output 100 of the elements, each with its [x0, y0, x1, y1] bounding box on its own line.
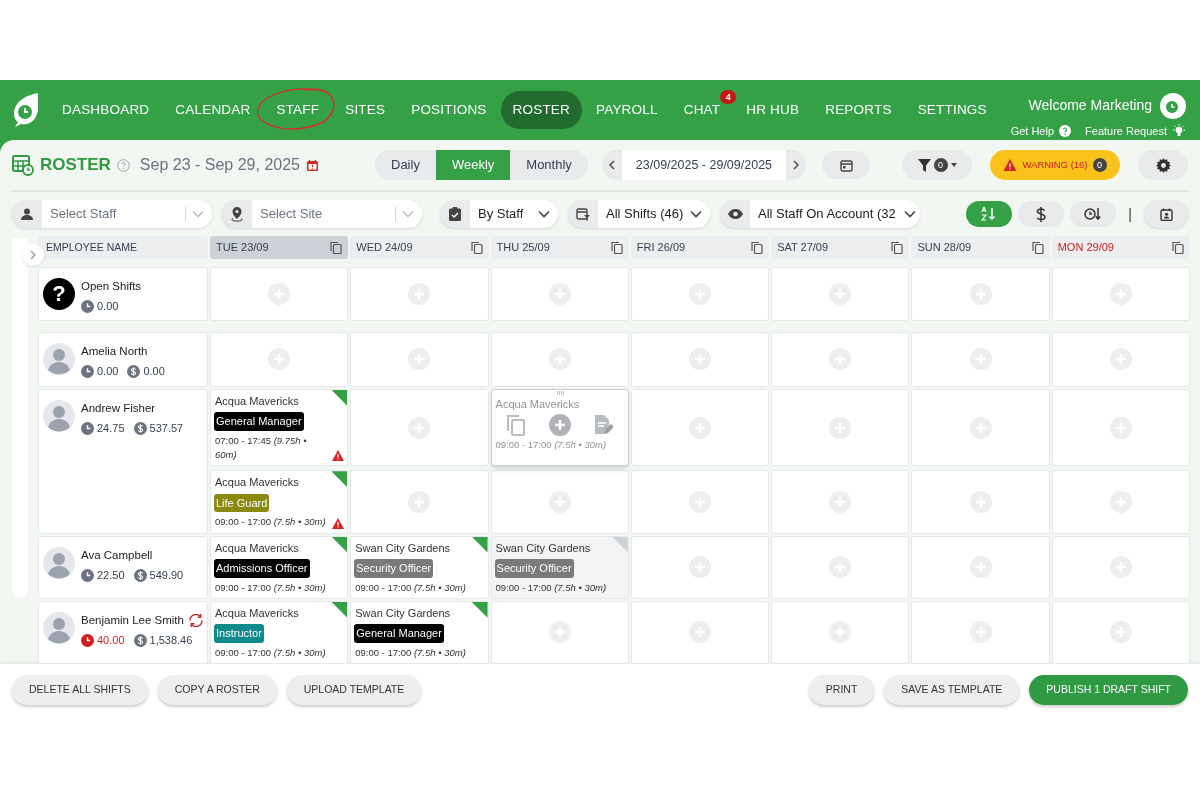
- chevron-down-icon: [904, 210, 916, 218]
- site-name: Swan City Gardens: [494, 540, 591, 556]
- date-range-title: Sep 23 - Sep 29, 2025: [139, 155, 300, 175]
- copy-icon[interactable]: [891, 240, 904, 254]
- day-header[interactable]: MON 29/09: [1051, 236, 1190, 259]
- employee-name: Andrew Fisher: [81, 400, 156, 416]
- hours-text: 40.00: [97, 633, 125, 648]
- day-header[interactable]: WED 24/09: [350, 236, 489, 259]
- shift-card[interactable]: Swan City Gardens Security Officer 09:00 - 17:00 (7.5h • 30m): [350, 535, 489, 599]
- footer-button[interactable]: PRINT: [808, 675, 875, 705]
- copy-icon[interactable]: [1172, 240, 1184, 254]
- drag-handle-icon[interactable]: [555, 390, 566, 395]
- caret-icon: [950, 163, 957, 167]
- warning-count: 0: [1092, 158, 1107, 172]
- view-tab[interactable]: Daily: [375, 150, 436, 180]
- copy-icon[interactable]: [751, 240, 764, 254]
- staff-input[interactable]: Select Staff: [50, 204, 179, 224]
- sort-alpha-icon: [981, 207, 998, 221]
- footer-button[interactable]: SAVE AS TEMPLATE: [884, 675, 1020, 705]
- footer-button[interactable]: COPY A ROSTER: [157, 675, 277, 705]
- clipboard-check-icon: [449, 207, 461, 221]
- avatar-icon: [43, 611, 75, 644]
- lightbulb-icon: [1172, 124, 1186, 138]
- nav-item[interactable]: ROSTER: [500, 91, 582, 129]
- settings-button[interactable]: [1138, 150, 1188, 180]
- shift-time: 09:00 - 17:00 (7.5h • 30m): [354, 645, 467, 660]
- group-by-select[interactable]: By Staff: [440, 200, 558, 228]
- hours-text: 0.00: [97, 364, 119, 379]
- shift-card[interactable]: Acqua Mavericks Admissions Officer 09:00 - 17:00 (7.5h • 30m): [210, 535, 349, 599]
- open-shift-avatar: ?: [43, 277, 75, 310]
- welcome-text: Welcome Marketing: [1028, 96, 1152, 116]
- dollar-icon: [127, 364, 141, 378]
- footer-button[interactable]: PUBLISH 1 DRAFT SHIFT: [1029, 675, 1188, 705]
- shift-card[interactable]: Swan City Gardens General Manager 09:00 - 17:00 (7.5h • 30m): [350, 600, 489, 664]
- employee-name: Open Shifts: [81, 278, 142, 294]
- chevron-down-icon: [402, 210, 414, 218]
- eye-icon: [727, 209, 743, 219]
- day-header[interactable]: TUE 23/09: [210, 236, 349, 259]
- chevron-right-icon: [29, 250, 37, 260]
- pay-text: 549.90: [149, 567, 184, 583]
- calendar-icon: [839, 158, 853, 172]
- filter-button[interactable]: 0: [902, 150, 972, 180]
- notification-badge: 4: [720, 90, 737, 104]
- sort-button[interactable]: [1018, 201, 1065, 227]
- footer-button[interactable]: DELETE ALL SHIFTS: [12, 675, 148, 705]
- role-label: General Manager: [214, 412, 304, 431]
- role-label: Instructor: [214, 624, 264, 643]
- employee-name: Ava Campbell: [81, 547, 153, 563]
- pay-text: 537.57: [149, 421, 184, 436]
- avatar-icon: [43, 342, 75, 375]
- site-name: Swan City Gardens: [354, 540, 451, 556]
- role-label: Security Officer: [494, 559, 574, 578]
- site-name: Acqua Mavericks: [214, 605, 299, 621]
- help-icon[interactable]: [116, 158, 130, 172]
- group-by-select-field[interactable]: By Staff: [470, 200, 558, 228]
- date-range-field[interactable]: 23/09/2025 - 29/09/2025: [621, 150, 787, 180]
- shifts-select-field[interactable]: All Shifts (46): [598, 200, 710, 228]
- site-name: Swan City Gardens: [354, 605, 451, 621]
- shift-time: 09:00 - 17:00 (7.5h • 30m): [354, 580, 467, 595]
- shift-time: 09:00 - 17:00 (7.5h • 30m): [494, 580, 608, 595]
- role-label: Admissions Officer: [214, 559, 310, 578]
- person-icon: [21, 208, 33, 220]
- calendar-button[interactable]: [822, 151, 871, 179]
- avatar-icon: [43, 546, 75, 579]
- shifts-select[interactable]: All Shifts (46): [568, 200, 710, 228]
- hours-text: 0.00: [97, 299, 119, 314]
- column-header: EMPLOYEE NAME: [38, 236, 208, 259]
- site-input[interactable]: Select Site: [260, 204, 389, 224]
- edit-note-icon[interactable]: [593, 414, 614, 437]
- add-icon[interactable]: [548, 414, 571, 437]
- role-label: General Manager: [354, 624, 444, 643]
- user-logo-icon[interactable]: [1160, 92, 1186, 119]
- warning-button[interactable]: WARNING (16) 0: [990, 150, 1120, 180]
- day-header[interactable]: THU 25/09: [490, 236, 629, 259]
- day-header[interactable]: SUN 28/09: [911, 236, 1050, 259]
- calendar-staff-button[interactable]: [1144, 200, 1188, 228]
- copy-icon[interactable]: [1031, 240, 1044, 254]
- copy-icon[interactable]: [330, 240, 343, 254]
- shift-card[interactable]: Acqua Mavericks Instructor 09:00 - 17:00 (7.5h • 30m): [210, 600, 349, 664]
- site-name: Acqua Mavericks: [494, 396, 580, 412]
- shift-card[interactable]: Swan City Gardens Security Officer 09:00 - 17:00 (7.5h • 30m): [490, 535, 629, 599]
- day-header[interactable]: FRI 26/09: [630, 236, 770, 259]
- shift-card[interactable]: Acqua Mavericks General Manager 07:00 - 17:45 (9.75h • 60m): [210, 388, 349, 467]
- shift-time: 07:00 - 17:45 (9.75h • 60m): [214, 433, 308, 462]
- sort-button[interactable]: [1070, 201, 1117, 227]
- calendar-alert-icon[interactable]: [305, 158, 319, 172]
- footer-button[interactable]: UPLOAD TEMPLATE: [286, 675, 422, 705]
- shift-time: 09:00 - 17:00 (7.5h • 30m): [214, 515, 327, 530]
- chevron-down-icon: [538, 210, 550, 218]
- shift-time: 09:00 - 17:00 (7.5h • 30m): [214, 645, 327, 660]
- filter-icon: [917, 158, 931, 172]
- site-name: Acqua Mavericks: [214, 393, 299, 409]
- view-tab[interactable]: Monthly: [510, 150, 588, 180]
- copy-icon[interactable]: [610, 240, 623, 254]
- copy-icon[interactable]: [470, 240, 483, 254]
- employee-name: Benjamin Lee Smith: [81, 612, 184, 628]
- page-title: ROSTER: [40, 154, 111, 177]
- day-header[interactable]: SAT 27/09: [771, 236, 910, 259]
- shift-card[interactable]: Acqua Mavericks Life Guard 09:00 - 17:00 (7.5h • 30m): [210, 470, 349, 534]
- filter-count: 0: [933, 158, 948, 172]
